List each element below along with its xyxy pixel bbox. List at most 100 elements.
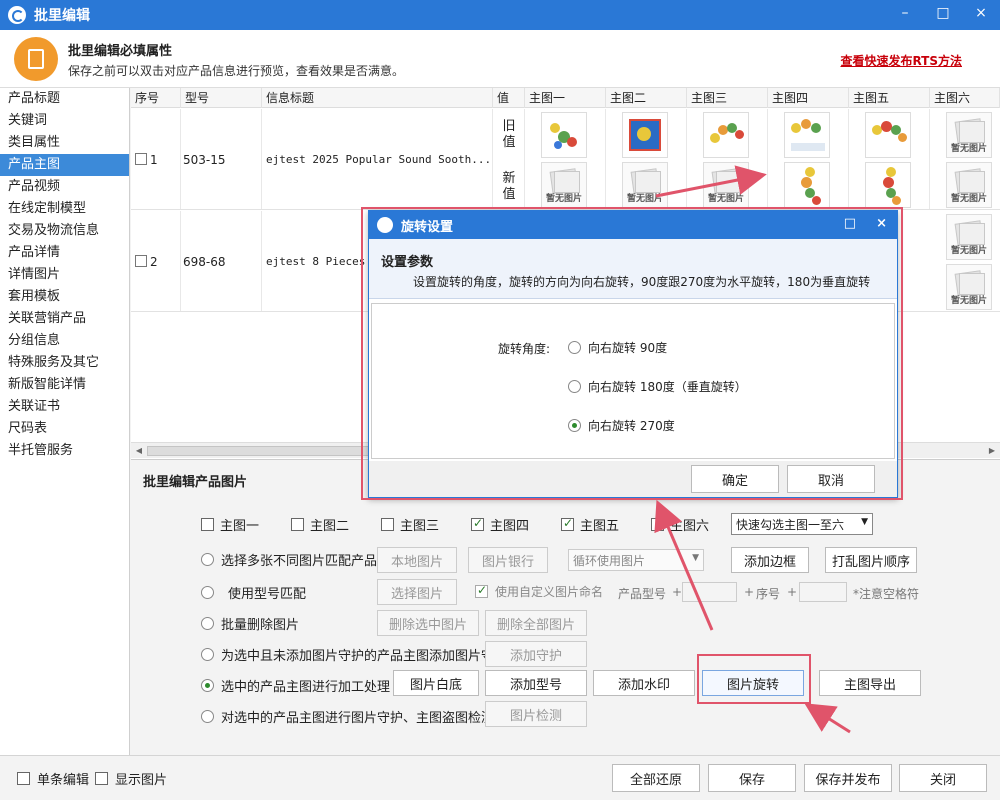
image-check-1[interactable]: 主图一 bbox=[201, 515, 259, 534]
shuffle-images-button[interactable]: 打乱图片顺序 bbox=[825, 547, 917, 573]
old-image-6[interactable]: 暂无图片 bbox=[946, 214, 992, 260]
restore-all-button[interactable]: 全部还原 bbox=[612, 764, 700, 792]
seq-input[interactable] bbox=[799, 582, 847, 602]
old-image-1[interactable] bbox=[541, 112, 587, 158]
single-edit-checkbox[interactable] bbox=[17, 772, 30, 785]
sidebar-item[interactable]: 套用模板 bbox=[0, 286, 129, 308]
sidebar-item[interactable]: 关联证书 bbox=[0, 396, 129, 418]
image-check-6[interactable]: 主图六 bbox=[651, 515, 709, 534]
quick-select-dropdown[interactable]: 快速勾选主图一至六 ▼ bbox=[731, 513, 873, 535]
radio-delete[interactable] bbox=[201, 617, 214, 630]
option-multi[interactable]: 选择多张不同图片匹配产品 bbox=[201, 550, 377, 569]
dialog-cancel-button[interactable]: 取消 bbox=[787, 465, 875, 493]
image-checkbox[interactable] bbox=[291, 518, 304, 531]
option-process[interactable]: 选中的产品主图进行加工处理 bbox=[201, 676, 390, 695]
sidebar-item[interactable]: 关键词 bbox=[0, 110, 129, 132]
minimize-button[interactable]: – bbox=[896, 4, 914, 22]
new-image-6[interactable]: 暂无图片 bbox=[946, 264, 992, 310]
delete-selected-button[interactable]: 删除选中图片 bbox=[377, 610, 479, 636]
new-image-2[interactable]: 暂无图片 bbox=[622, 162, 668, 208]
maximize-button[interactable]: □ bbox=[934, 4, 952, 22]
old-image-4[interactable] bbox=[784, 112, 830, 158]
image-checkbox[interactable] bbox=[471, 516, 484, 531]
scroll-right-icon[interactable]: ▶ bbox=[986, 445, 998, 457]
image-check-3[interactable]: 主图三 bbox=[381, 515, 439, 534]
product-model-input[interactable] bbox=[682, 582, 737, 602]
option-model[interactable]: 使用型号匹配 bbox=[201, 583, 306, 602]
rotate-270-option[interactable]: 向右旋转 270度 bbox=[568, 417, 675, 434]
sidebar-item[interactable]: 特殊服务及其它 bbox=[0, 352, 129, 374]
radio-model[interactable] bbox=[201, 586, 214, 599]
image-check-5[interactable]: 主图五 bbox=[561, 515, 619, 534]
dialog-maximize-button[interactable]: □ bbox=[844, 216, 856, 231]
image-check-2[interactable]: 主图二 bbox=[291, 515, 349, 534]
sidebar-item[interactable]: 半托管服务 bbox=[0, 440, 129, 462]
image-checkbox[interactable] bbox=[381, 518, 394, 531]
rotate-180-radio[interactable] bbox=[568, 380, 581, 393]
custom-name-option[interactable]: 使用自定义图片命名 bbox=[475, 583, 603, 600]
image-bank-button[interactable]: 图片银行 bbox=[468, 547, 548, 573]
custom-name-checkbox[interactable] bbox=[475, 583, 488, 598]
scroll-left-icon[interactable]: ◀ bbox=[133, 445, 145, 457]
new-image-3[interactable]: 暂无图片 bbox=[703, 162, 749, 208]
export-main-image-button[interactable]: 主图导出 bbox=[819, 670, 921, 696]
rotate-270-radio[interactable] bbox=[568, 419, 581, 432]
sidebar-item[interactable]: 类目属性 bbox=[0, 132, 129, 154]
rotate-image-button[interactable]: 图片旋转 bbox=[702, 670, 804, 696]
sidebar-item[interactable]: 尺码表 bbox=[0, 418, 129, 440]
dialog-close-button[interactable]: × bbox=[876, 216, 887, 231]
new-image-4[interactable] bbox=[784, 162, 830, 208]
sidebar-item[interactable]: 在线定制模型 bbox=[0, 198, 129, 220]
sidebar-item[interactable]: 分组信息 bbox=[0, 330, 129, 352]
save-button[interactable]: 保存 bbox=[708, 764, 796, 792]
sidebar-item[interactable]: 详情图片 bbox=[0, 264, 129, 286]
row-checkbox[interactable] bbox=[135, 153, 147, 165]
add-watermark-button[interactable]: 添加水印 bbox=[593, 670, 695, 696]
old-image-5[interactable] bbox=[865, 112, 911, 158]
image-checkbox[interactable] bbox=[651, 518, 664, 531]
option-delete[interactable]: 批量删除图片 bbox=[201, 614, 299, 633]
single-edit-option[interactable]: 单条编辑 bbox=[17, 769, 89, 788]
sidebar-item[interactable]: 产品详情 bbox=[0, 242, 129, 264]
image-detect-button[interactable]: 图片检测 bbox=[485, 701, 587, 727]
rotate-90-radio[interactable] bbox=[568, 341, 581, 354]
save-publish-button[interactable]: 保存并发布 bbox=[804, 764, 892, 792]
new-image-6[interactable]: 暂无图片 bbox=[946, 162, 992, 208]
option-guard[interactable]: 为选中且未添加图片守护的产品主图添加图片守护 bbox=[201, 645, 507, 664]
close-button[interactable]: 关闭 bbox=[899, 764, 987, 792]
radio-guard[interactable] bbox=[201, 648, 214, 661]
white-background-button[interactable]: 图片白底 bbox=[393, 670, 479, 696]
local-image-button[interactable]: 本地图片 bbox=[377, 547, 457, 573]
rotate-180-option[interactable]: 向右旋转 180度（垂直旋转） bbox=[568, 378, 747, 395]
sidebar-item[interactable]: 产品标题 bbox=[0, 88, 129, 110]
new-image-5[interactable] bbox=[865, 162, 911, 208]
sidebar-item[interactable]: 产品视频 bbox=[0, 176, 129, 198]
dialog-ok-button[interactable]: 确定 bbox=[691, 465, 779, 493]
add-border-button[interactable]: 添加边框 bbox=[731, 547, 809, 573]
rotate-90-option[interactable]: 向右旋转 90度 bbox=[568, 339, 667, 356]
row-checkbox[interactable] bbox=[135, 255, 147, 267]
old-image-6[interactable]: 暂无图片 bbox=[946, 112, 992, 158]
close-window-button[interactable]: × bbox=[972, 4, 990, 22]
table-row[interactable]: 1 503-15 ejtest 2025 Popular Sound Sooth… bbox=[131, 109, 1000, 210]
cycle-image-select[interactable]: 循环使用图片 ▼ bbox=[568, 549, 704, 571]
old-image-3[interactable] bbox=[703, 112, 749, 158]
radio-process[interactable] bbox=[201, 679, 214, 692]
image-check-4[interactable]: 主图四 bbox=[471, 515, 529, 534]
radio-multi[interactable] bbox=[201, 553, 214, 566]
option-detect[interactable]: 对选中的产品主图进行图片守护、主图盗图检测 bbox=[201, 707, 494, 726]
radio-detect[interactable] bbox=[201, 710, 214, 723]
rts-help-link[interactable]: 查看快速发布RTS方法 bbox=[840, 52, 962, 69]
show-images-checkbox[interactable] bbox=[95, 772, 108, 785]
image-checkbox[interactable] bbox=[561, 516, 574, 531]
old-image-2[interactable] bbox=[622, 112, 668, 158]
sidebar-item[interactable]: 交易及物流信息 bbox=[0, 220, 129, 242]
new-image-1[interactable]: 暂无图片 bbox=[541, 162, 587, 208]
sidebar-item[interactable]: 产品主图 bbox=[0, 154, 129, 176]
sidebar-item[interactable]: 关联营销产品 bbox=[0, 308, 129, 330]
add-guard-button[interactable]: 添加守护 bbox=[485, 641, 587, 667]
delete-all-button[interactable]: 删除全部图片 bbox=[485, 610, 587, 636]
add-model-button[interactable]: 添加型号 bbox=[485, 670, 587, 696]
choose-image-button[interactable]: 选择图片 bbox=[377, 579, 457, 605]
show-images-option[interactable]: 显示图片 bbox=[95, 769, 167, 788]
